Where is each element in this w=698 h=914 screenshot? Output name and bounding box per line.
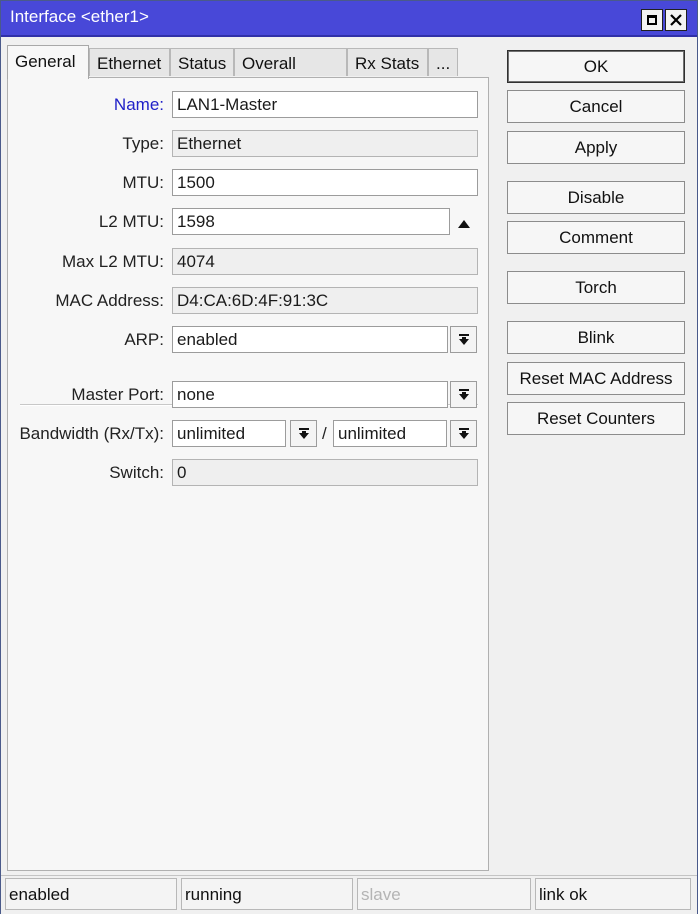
bandwidth-row: Bandwidth (Rx/Tx): unlimited / unlimited — [8, 420, 488, 448]
master-port-select[interactable]: none — [172, 381, 448, 408]
interface-dialog: Interface <ether1> General Ethernet Stat… — [0, 0, 698, 914]
title-bar[interactable]: Interface <ether1> — [1, 1, 697, 37]
master-port-label: Master Port: — [71, 385, 164, 404]
blink-button[interactable]: Blink — [507, 321, 685, 354]
mac-label: MAC Address: — [55, 291, 164, 310]
close-icon[interactable] — [665, 9, 687, 31]
apply-button[interactable]: Apply — [507, 131, 685, 164]
tab-more[interactable]: ... — [428, 48, 458, 76]
tab-bar: General Ethernet Status Overall Stats Rx… — [7, 45, 487, 93]
tab-overall-stats[interactable]: Overall Stats — [234, 48, 347, 93]
mac-field: D4:CA:6D:4F:91:3C — [172, 287, 478, 314]
ok-button[interactable]: OK — [507, 50, 685, 83]
type-field: Ethernet — [172, 130, 478, 157]
status-running: running — [181, 878, 353, 910]
bandwidth-separator: / — [322, 424, 327, 443]
dropdown-arrow-icon[interactable] — [290, 420, 317, 447]
type-label: Type: — [122, 134, 164, 153]
max-l2mtu-label: Max L2 MTU: — [61, 252, 164, 271]
status-slave: slave — [357, 878, 531, 910]
triangle-up-icon[interactable] — [456, 215, 472, 235]
mtu-input[interactable]: 1500 — [172, 169, 478, 196]
l2mtu-label: L2 MTU: — [98, 212, 164, 231]
name-row: Name: LAN1-Master — [8, 91, 488, 119]
comment-button[interactable]: Comment — [507, 221, 685, 254]
max-l2mtu-row: Max L2 MTU: 4074 — [8, 248, 488, 276]
tab-status[interactable]: Status — [170, 48, 234, 76]
max-l2mtu-field: 4074 — [172, 248, 478, 275]
disable-button[interactable]: Disable — [507, 181, 685, 214]
l2mtu-row: L2 MTU: 1598 — [8, 208, 488, 236]
dropdown-arrow-icon[interactable] — [450, 326, 477, 353]
master-port-row: Master Port: none — [8, 381, 488, 409]
type-row: Type: Ethernet — [8, 130, 488, 158]
name-label: Name: — [113, 95, 164, 114]
tab-ethernet[interactable]: Ethernet — [89, 48, 170, 76]
arp-label: ARP: — [124, 330, 164, 349]
tab-general[interactable]: General — [7, 45, 89, 79]
switch-field: 0 — [172, 459, 478, 486]
l2mtu-input[interactable]: 1598 — [172, 208, 450, 235]
tab-rx-stats[interactable]: Rx Stats — [347, 48, 428, 76]
cancel-button[interactable]: Cancel — [507, 90, 685, 123]
arp-select[interactable]: enabled — [172, 326, 448, 353]
reset-mac-address-button[interactable]: Reset MAC Address — [507, 362, 685, 395]
status-bar: enabled running slave link ok — [1, 875, 697, 914]
window-title: Interface <ether1> — [10, 7, 149, 26]
arp-row: ARP: enabled — [8, 326, 488, 354]
mac-row: MAC Address: D4:CA:6D:4F:91:3C — [8, 287, 488, 315]
dropdown-arrow-icon[interactable] — [450, 381, 477, 408]
reset-counters-button[interactable]: Reset Counters — [507, 402, 685, 435]
mtu-label: MTU: — [122, 173, 164, 192]
torch-button[interactable]: Torch — [507, 271, 685, 304]
maximize-icon[interactable] — [641, 9, 663, 31]
dropdown-arrow-icon[interactable] — [450, 420, 477, 447]
status-link: link ok — [535, 878, 691, 910]
switch-label: Switch: — [109, 463, 164, 482]
switch-row: Switch: 0 — [8, 459, 488, 487]
mtu-row: MTU: 1500 — [8, 169, 488, 197]
general-panel: Name: LAN1-Master Type: Ethernet MTU: 15… — [7, 77, 489, 871]
dialog-client: General Ethernet Status Overall Stats Rx… — [1, 37, 697, 914]
name-input[interactable]: LAN1-Master — [172, 91, 478, 118]
bandwidth-label: Bandwidth (Rx/Tx): — [19, 424, 164, 443]
bandwidth-tx-select[interactable]: unlimited — [333, 420, 447, 447]
status-enabled: enabled — [5, 878, 177, 910]
bandwidth-rx-select[interactable]: unlimited — [172, 420, 286, 447]
